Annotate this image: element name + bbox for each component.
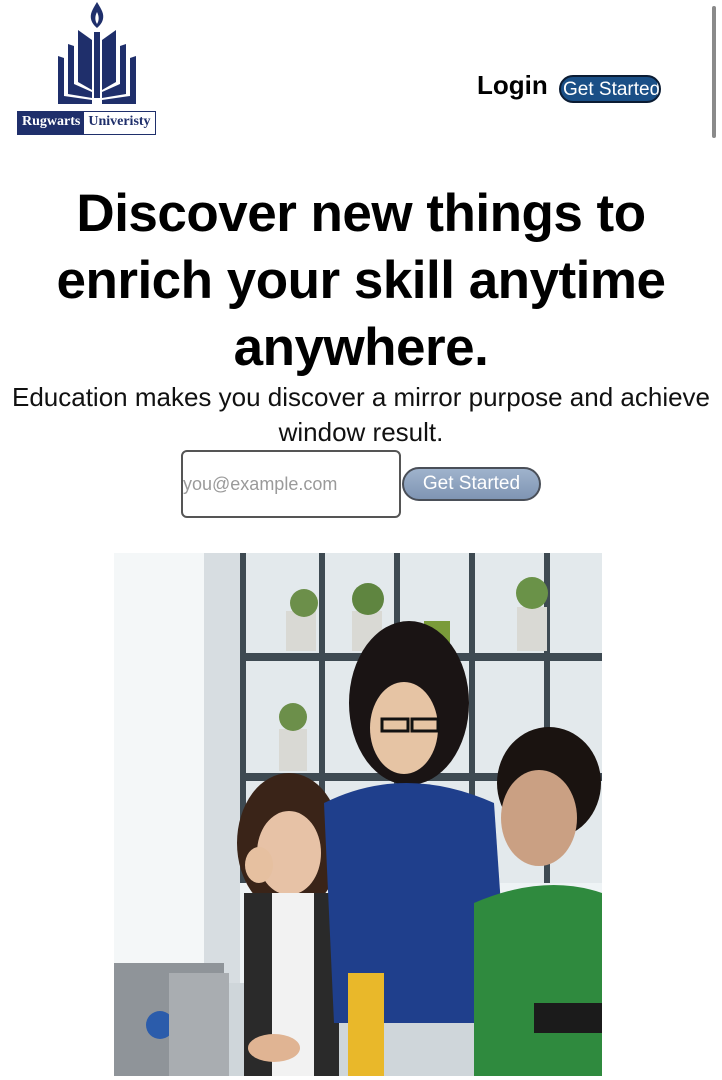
hero-subtitle: Education makes you discover a mirror pu…	[11, 382, 711, 447]
brand-name-part2: Univeristy	[84, 112, 155, 134]
book-flame-emblem-icon	[58, 2, 136, 104]
login-link[interactable]: Login	[477, 70, 548, 101]
email-input[interactable]	[181, 450, 401, 518]
brand-name-part1: Rugwarts	[18, 112, 85, 134]
hero-photo	[114, 553, 602, 1076]
brand-wordmark: Rugwarts Univeristy	[17, 111, 156, 135]
hero-get-started-button[interactable]: Get Started	[402, 467, 541, 501]
nav-get-started-button[interactable]: Get Started	[559, 75, 661, 103]
hero-title: Discover new things to enrich your skill…	[56, 184, 666, 377]
scrollbar[interactable]	[712, 6, 716, 138]
brand-logo[interactable]: Rugwarts Univeristy	[16, 0, 180, 140]
students-collaborating-photo	[114, 553, 602, 1076]
